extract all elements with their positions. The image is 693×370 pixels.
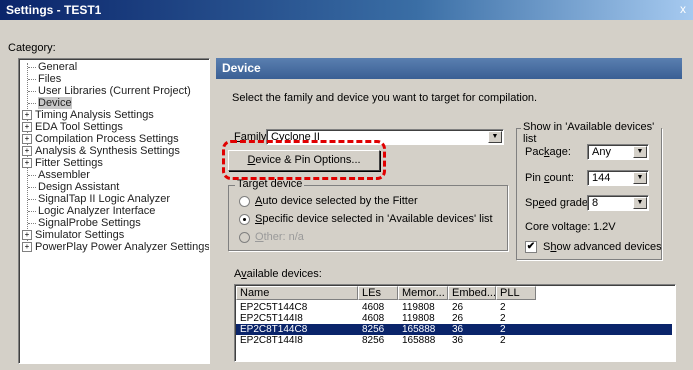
- chevron-down-icon[interactable]: ▼: [633, 197, 647, 209]
- show-advanced-label: Show advanced devices: [543, 241, 662, 253]
- table-cell: EP2C8T144C8: [240, 324, 308, 335]
- tree-item[interactable]: Timing Analysis Settings: [35, 109, 154, 121]
- pin-count-value: 144: [592, 172, 611, 184]
- column-header[interactable]: Embed...: [448, 286, 496, 300]
- table-cell: 165888: [402, 335, 436, 346]
- plus-icon[interactable]: +: [22, 158, 32, 168]
- panel-description: Select the family and device you want to…: [232, 92, 538, 104]
- table-cell: EP2C5T144I8: [240, 313, 303, 324]
- column-header[interactable]: Memor...: [398, 286, 448, 300]
- tree-item[interactable]: Logic Analyzer Interface: [38, 205, 155, 217]
- tree-item[interactable]: SignalTap II Logic Analyzer: [38, 193, 170, 205]
- radio-button[interactable]: [239, 196, 250, 207]
- tree-connector: [28, 223, 36, 224]
- filter-group: Show in 'Available devices' list Package…: [516, 121, 662, 260]
- tree-item[interactable]: Analysis & Synthesis Settings: [35, 145, 180, 157]
- chevron-down-icon[interactable]: ▼: [488, 131, 502, 143]
- table-cell: 2: [500, 313, 506, 324]
- tree-connector: [28, 103, 36, 104]
- table-cell: 2: [500, 324, 506, 335]
- package-value: Any: [592, 146, 611, 158]
- table-cell: 4608: [362, 302, 385, 313]
- table-cell: 2: [500, 335, 506, 346]
- table-cell: 26: [452, 302, 464, 313]
- chevron-down-icon[interactable]: ▼: [633, 172, 647, 184]
- table-cell: 4608: [362, 313, 385, 324]
- table-cell: EP2C8T144I8: [240, 335, 303, 346]
- table-cell: 119808: [402, 313, 435, 324]
- chevron-down-icon[interactable]: ▼: [633, 146, 647, 158]
- table-cell: 119808: [402, 302, 435, 313]
- column-header[interactable]: PLL: [496, 286, 536, 300]
- pin-count-label: Pin count:: [525, 172, 574, 184]
- speed-grade-dropdown[interactable]: 8 ▼: [587, 195, 649, 211]
- close-icon[interactable]: x: [675, 2, 691, 17]
- tree-connector: [28, 91, 36, 92]
- package-dropdown[interactable]: Any ▼: [587, 144, 649, 160]
- table-cell: 8256: [362, 324, 385, 335]
- plus-icon[interactable]: +: [22, 110, 32, 120]
- tree-item[interactable]: Design Assistant: [38, 181, 119, 193]
- radio-button[interactable]: [239, 232, 250, 243]
- radio-label: Auto device selected by the Fitter: [255, 195, 418, 207]
- speed-grade-label: Speed grade:: [525, 197, 592, 209]
- tree-item[interactable]: Compilation Process Settings: [35, 133, 179, 145]
- tree-item[interactable]: SignalProbe Settings: [38, 217, 141, 229]
- title-bar: Settings - TEST1 x: [0, 0, 693, 20]
- table-row[interactable]: EP2C8T144C8 8256 165888 36 2: [236, 324, 672, 335]
- radio-label: Specific device selected in 'Available d…: [255, 213, 493, 225]
- pin-count-dropdown[interactable]: 144 ▼: [587, 170, 649, 186]
- core-voltage-value: 1.2V: [593, 221, 616, 233]
- tree-connector: [28, 67, 36, 68]
- category-tree[interactable]: General Files User Libraries (Current Proj…: [18, 58, 210, 364]
- panel-heading: Device: [216, 58, 682, 79]
- plus-icon[interactable]: +: [22, 242, 32, 252]
- tree-connector: [28, 175, 36, 176]
- table-cell: 36: [452, 335, 464, 346]
- tree-item[interactable]: Files: [38, 73, 61, 85]
- table-cell: EP2C5T144C8: [240, 302, 308, 313]
- tree-item[interactable]: PowerPlay Power Analyzer Settings: [35, 241, 209, 253]
- column-header[interactable]: LEs: [358, 286, 398, 300]
- plus-icon[interactable]: +: [22, 230, 32, 240]
- tree-connector: [28, 211, 36, 212]
- tree-item[interactable]: Fitter Settings: [35, 157, 103, 169]
- radio-button[interactable]: [239, 214, 250, 225]
- filter-title: Show in 'Available devices' list: [521, 121, 661, 145]
- annotation-highlight: [222, 140, 386, 180]
- table-row[interactable]: EP2C5T144I8 4608 119808 26 2: [236, 313, 672, 324]
- tree-connector: [28, 199, 36, 200]
- table-row[interactable]: EP2C8T144I8 8256 165888 36 2: [236, 335, 672, 346]
- plus-icon[interactable]: +: [22, 122, 32, 132]
- tree-item[interactable]: Assembler: [38, 169, 90, 181]
- available-devices-list[interactable]: Name LEs Memor... Embed... PLL EP2C5T144C8 460…: [234, 284, 676, 362]
- tree-connector: [28, 79, 36, 80]
- table-cell: 26: [452, 313, 464, 324]
- table-cell: 2: [500, 302, 506, 313]
- tree-item[interactable]: Device: [38, 97, 72, 109]
- tree-item[interactable]: Simulator Settings: [35, 229, 124, 241]
- table-cell: 165888: [402, 324, 436, 335]
- tree-connector: [28, 187, 36, 188]
- show-advanced-checkbox[interactable]: ✔: [525, 241, 537, 253]
- plus-icon[interactable]: +: [22, 146, 32, 156]
- column-header[interactable]: Name: [236, 286, 358, 300]
- core-voltage-label: Core voltage:: [525, 221, 591, 233]
- window-title: Settings - TEST1: [6, 3, 102, 17]
- tree-item[interactable]: EDA Tool Settings: [35, 121, 123, 133]
- available-devices-label: Available devices:: [234, 268, 322, 280]
- tree-item[interactable]: General: [38, 61, 77, 73]
- speed-grade-value: 8: [592, 197, 599, 209]
- table-row[interactable]: EP2C5T144C8 4608 119808 26 2: [236, 302, 672, 313]
- table-cell: 8256: [362, 335, 385, 346]
- tree-item[interactable]: User Libraries (Current Project): [38, 85, 191, 97]
- device-panel: Device Select the family and device you …: [216, 58, 682, 362]
- category-label: Category:: [8, 42, 56, 54]
- target-device-group: Target device Auto device selected by th…: [228, 178, 508, 251]
- package-label: Package:: [525, 146, 571, 158]
- table-cell: 36: [452, 324, 464, 335]
- plus-icon[interactable]: +: [22, 134, 32, 144]
- radio-label: Other: n/a: [255, 231, 304, 243]
